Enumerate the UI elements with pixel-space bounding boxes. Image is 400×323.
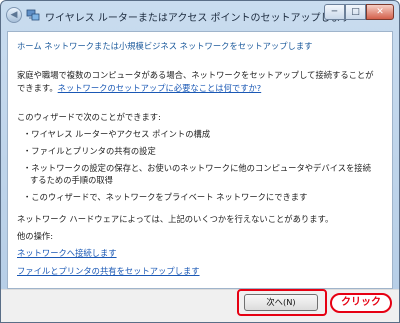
wizard-heading: ホーム ネットワークまたは小規模ビジネス ネットワークをセットアップします	[17, 41, 313, 51]
file-printer-sharing-link[interactable]: ファイルとプリンタの共有をセットアップします	[17, 265, 200, 277]
can-do-title: このウィザードで次のことができます:	[17, 112, 161, 122]
maximize-button[interactable]: □	[345, 4, 366, 20]
wizard-content: ホーム ネットワークまたは小規模ビジネス ネットワークをセットアップします 家庭…	[7, 31, 393, 289]
title-bar: ◀ ワイヤレス ルーターまたはアクセス ポイントのセットアップします ─ □ ✕	[1, 1, 399, 31]
intro-text-line2: できます。ネットワークのセットアップに必要なことは何ですか?	[17, 82, 261, 94]
list-item: ・ワイヤレス ルーターやアクセス ポイントの構成	[23, 129, 211, 139]
list-item: ・ネットワークの設定の保存と、お使いのネットワークに他のコンピュータやデバイスを…	[23, 163, 371, 173]
hardware-note: ネットワーク ハードウェアによっては、上記のいくつかを行えないことがあります。	[17, 214, 334, 224]
intro-text-prefix: できます。	[17, 83, 58, 93]
other-actions-title: 他の操作:	[17, 231, 53, 241]
next-button-highlight	[237, 289, 327, 316]
intro-text-line1: 家庭や職場で複数のコンピュータがある場合、ネットワークをセットアップして接続する…	[17, 70, 374, 80]
wizard-window: ◀ ワイヤレス ルーターまたはアクセス ポイントのセットアップします ─ □ ✕…	[0, 0, 400, 323]
close-button[interactable]: ✕	[366, 4, 394, 20]
network-icon	[26, 9, 40, 21]
window-controls: ─ □ ✕	[324, 4, 394, 20]
click-callout: クリック	[330, 293, 392, 313]
minimize-button[interactable]: ─	[324, 4, 345, 20]
connect-network-link[interactable]: ネットワークへ接続します	[17, 247, 117, 259]
setup-requirements-link[interactable]: ネットワークのセットアップに必要なことは何ですか?	[58, 83, 262, 93]
window-title: ワイヤレス ルーターまたはアクセス ポイントのセットアップします	[45, 13, 351, 24]
list-item-continuation: するための手順の取得	[30, 175, 113, 185]
list-item: ・ファイルとプリンタの共有の設定	[23, 146, 156, 156]
list-item: ・このウィザードで、ネットワークをプライベート ネットワークにできます	[23, 192, 308, 202]
back-arrow-icon[interactable]: ◀	[6, 7, 22, 23]
